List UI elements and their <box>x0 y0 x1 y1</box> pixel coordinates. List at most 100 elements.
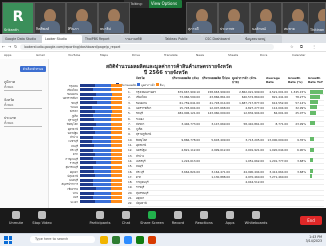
participant-tile[interactable]: R Srikanth <box>2 2 34 34</box>
bar-segment[interactable] <box>80 195 93 199</box>
table-row[interactable]: 22. ปทุมธานี <box>128 200 324 207</box>
bookmark-item[interactable]: YouTube <box>68 52 80 59</box>
bar-segment[interactable] <box>111 161 122 165</box>
star-icon[interactable]: ☆ <box>290 44 294 49</box>
bar-segment[interactable] <box>93 157 112 161</box>
bar-segment[interactable] <box>95 161 112 165</box>
browser-tab[interactable]: ข้อมูลหมวดหมู่ <box>242 35 282 43</box>
bookmark-item[interactable]: Calendar <box>292 52 306 59</box>
bar-segment[interactable] <box>80 148 93 152</box>
bar-segment[interactable] <box>111 165 122 169</box>
bar-segment[interactable] <box>93 96 112 100</box>
bar-segment[interactable] <box>111 191 122 195</box>
col-header[interactable]: มูลค่าการค้า (ล้านบาท) <box>232 76 262 84</box>
bar-segment[interactable] <box>111 157 122 161</box>
bar-segment[interactable] <box>92 127 112 130</box>
filter-dropdown[interactable]: ทั้งหมด <box>4 121 42 127</box>
browser-tab[interactable]: รายงานสถิติ <box>122 35 162 43</box>
participant-tile[interactable]: นงลักษณ์ <box>250 2 282 34</box>
bar-segment[interactable] <box>111 152 122 156</box>
bar-row[interactable] <box>80 195 122 199</box>
bar-row[interactable] <box>80 114 122 118</box>
bar-row[interactable] <box>80 101 122 105</box>
bar-row[interactable] <box>80 109 122 113</box>
bar-segment[interactable] <box>80 109 96 113</box>
browser-tab[interactable]: Looker Studio <box>42 35 82 43</box>
bar-segment[interactable] <box>95 131 112 135</box>
bar-segment[interactable] <box>80 200 96 204</box>
col-header[interactable]: จังหวัด <box>136 76 166 81</box>
bar-row[interactable] <box>80 174 122 178</box>
col-header[interactable]: Growth Rate YoY <box>308 76 324 84</box>
zoom-control[interactable]: Chat <box>114 211 138 225</box>
bar-segment[interactable] <box>92 88 112 92</box>
participant-tile[interactable]: กิตติพงษ์ <box>34 2 66 34</box>
bar-segment[interactable] <box>95 152 112 156</box>
bar-segment[interactable] <box>111 170 122 173</box>
bar-row[interactable] <box>80 88 122 92</box>
powerpoint-icon[interactable] <box>148 236 156 244</box>
bar-segment[interactable] <box>96 101 112 105</box>
col-header[interactable]: ปริมาณผลผลิต ปีก่อน <box>202 76 230 81</box>
bar-row[interactable] <box>80 165 122 169</box>
back-icon[interactable]: ← <box>2 44 5 49</box>
zoom-control[interactable]: Unmute <box>4 211 28 225</box>
bookmark-item[interactable]: Sheets <box>228 52 238 59</box>
excel-icon[interactable] <box>136 236 144 244</box>
bar-segment[interactable] <box>80 144 95 148</box>
bar-row[interactable] <box>80 139 122 143</box>
bar-row[interactable] <box>80 182 122 186</box>
bar-segment[interactable] <box>111 131 122 135</box>
bar-segment[interactable] <box>91 105 112 109</box>
bar-segment[interactable] <box>92 165 112 169</box>
bar-segment[interactable] <box>94 191 112 195</box>
bar-segment[interactable] <box>92 182 112 186</box>
bar-segment[interactable] <box>111 84 122 87</box>
participant-tile[interactable]: ประภาพร <box>218 2 250 34</box>
bar-segment[interactable] <box>92 148 112 152</box>
bar-segment[interactable] <box>80 157 94 161</box>
bar-segment[interactable] <box>111 148 122 152</box>
bar-segment[interactable] <box>80 114 93 118</box>
bookmark-item[interactable]: Drive <box>132 52 140 59</box>
zoom-control[interactable]: Apps <box>218 211 242 225</box>
bar-segment[interactable] <box>94 170 112 173</box>
bar-segment[interactable] <box>80 92 96 96</box>
bar-row[interactable] <box>80 200 122 204</box>
filter-button[interactable]: ตัวเลือกตัวกรอง <box>20 66 46 72</box>
bar-segment[interactable] <box>80 96 94 100</box>
bar-segment[interactable] <box>80 101 97 105</box>
bar-segment[interactable] <box>111 101 122 105</box>
bar-row[interactable] <box>80 135 122 139</box>
bar-segment[interactable] <box>111 122 122 126</box>
browser-tab[interactable]: Tableau Public <box>162 35 202 43</box>
bar-segment[interactable] <box>111 92 122 96</box>
bar-segment[interactable] <box>111 96 122 100</box>
bar-segment[interactable] <box>111 105 122 109</box>
bar-segment[interactable] <box>111 88 122 92</box>
bar-segment[interactable] <box>80 182 93 186</box>
browser-tab[interactable]: Google Data Studio <box>2 35 42 43</box>
bar-segment[interactable] <box>93 135 112 139</box>
participant-tile[interactable]: ธนาธิป <box>98 2 130 34</box>
bar-segment[interactable] <box>80 131 96 135</box>
bar-row[interactable] <box>80 178 122 182</box>
bar-segment[interactable] <box>94 144 112 148</box>
bar-segment[interactable] <box>94 118 112 122</box>
zoom-control[interactable]: Reactions <box>192 211 216 225</box>
bar-segment[interactable] <box>111 182 122 186</box>
bar-row[interactable] <box>80 191 122 195</box>
bar-segment[interactable] <box>111 144 122 148</box>
bar-segment[interactable] <box>80 118 95 122</box>
reload-icon[interactable]: ↻ <box>14 44 17 49</box>
bar-row[interactable] <box>80 187 122 191</box>
bar-row[interactable] <box>80 105 122 109</box>
filter-dropdown[interactable]: ทั้งหมด <box>4 85 42 91</box>
bar-segment[interactable] <box>80 84 95 87</box>
file-explorer-icon[interactable] <box>100 236 108 244</box>
bar-row[interactable] <box>80 152 122 156</box>
zoom-app-icon[interactable] <box>124 236 132 244</box>
bar-row[interactable] <box>80 92 122 96</box>
zoom-control[interactable]: Share Screen <box>140 211 164 225</box>
bar-segment[interactable] <box>95 187 112 191</box>
